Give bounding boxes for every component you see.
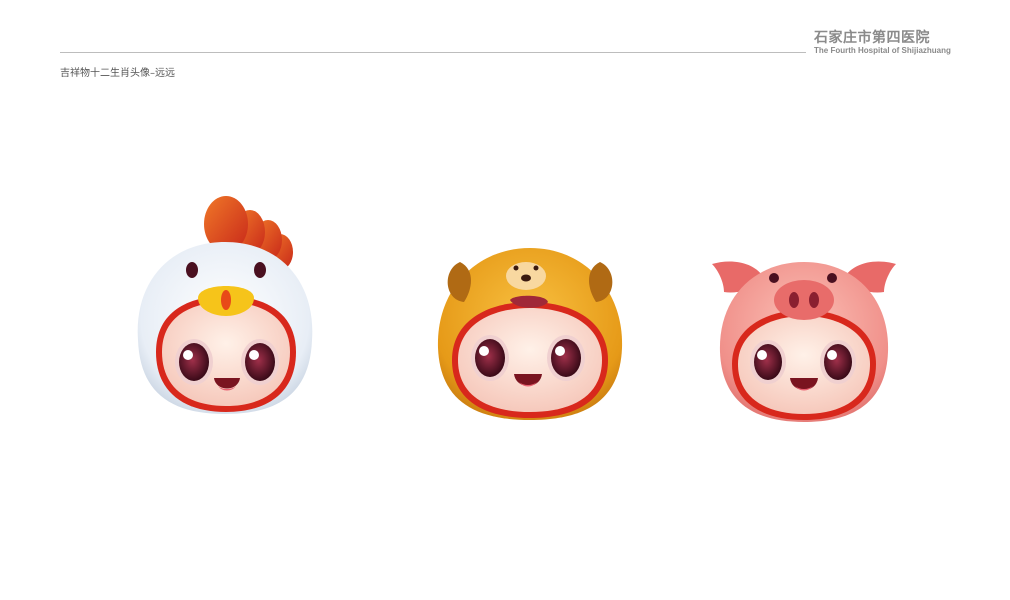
page-title: 吉祥物十二生肖头像–远远 <box>60 68 175 79</box>
header-divider <box>60 52 806 53</box>
rooster-mascot <box>130 192 320 422</box>
hospital-name-cn: 石家庄市第四医院 <box>814 30 930 46</box>
hospital-logo: 石家庄市第四医院 The Fourth Hospital of Shijiazh… <box>814 30 954 56</box>
hospital-name-en: The Fourth Hospital of Shijiazhuang <box>814 46 951 55</box>
pig-mascot <box>708 252 900 427</box>
dog-illustration <box>437 248 623 420</box>
pig-snout <box>774 280 834 320</box>
dog-mascot <box>430 240 630 425</box>
pig-illustration <box>712 261 896 422</box>
rooster-illustration <box>137 196 313 414</box>
